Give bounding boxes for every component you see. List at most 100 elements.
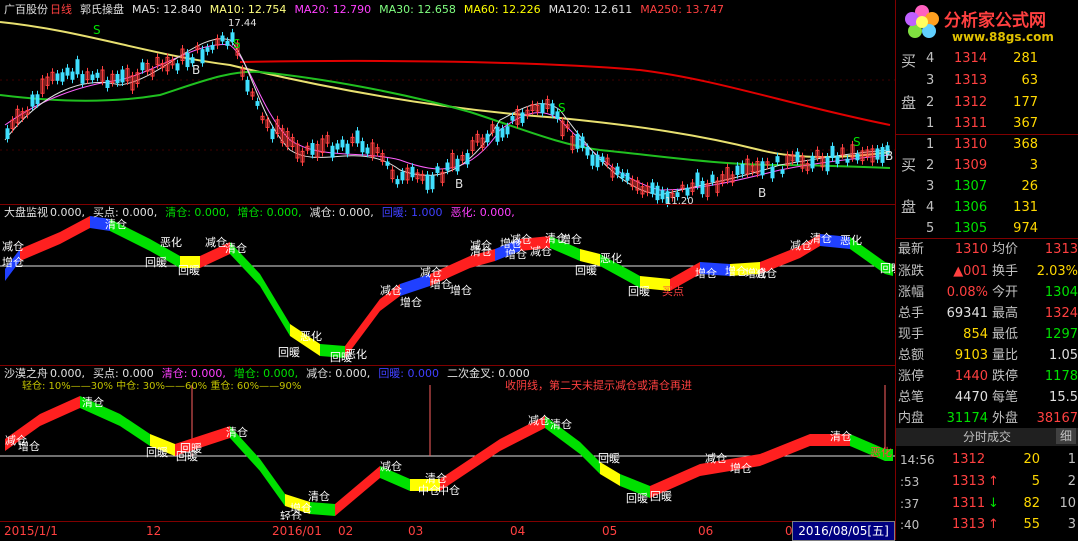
candle	[855, 150, 860, 164]
ts-count: 2	[1067, 474, 1076, 489]
stat-label: 涨跌	[898, 264, 925, 279]
stat-value: 4470	[954, 390, 988, 405]
stat-value: 854	[963, 327, 988, 342]
volume: 974	[1013, 221, 1038, 236]
date-tick: 03	[408, 524, 424, 538]
ask-row[interactable]: 4 1314 281	[896, 48, 1078, 70]
bid-row[interactable]: 4 1306 131	[896, 197, 1078, 219]
signal-marker: B	[455, 177, 463, 191]
ask-row[interactable]: 1 1311 367	[896, 113, 1078, 135]
bid-row[interactable]: 3 1307 26	[896, 176, 1078, 198]
candle	[440, 168, 445, 187]
chart-area[interactable]: 广百股份 日线 郭氏操盘 MA5: 12.840 MA10: 12.754 MA20: 1…	[0, 0, 896, 541]
selected-date[interactable]: 2016/08/05[五]	[792, 521, 895, 541]
level: 3	[926, 179, 935, 194]
kline-chart-svg[interactable]: 17.44 11.20 S S B S B B S B 减仓增仓清仓恶化回暖回暖…	[0, 0, 895, 520]
candle	[355, 126, 360, 147]
bid-row[interactable]: 1 1310 368	[896, 134, 1078, 156]
candle	[145, 59, 150, 76]
candle	[260, 112, 265, 124]
panel2-title[interactable]: 大盘监视	[4, 206, 48, 219]
signal-label: 恶化	[840, 233, 862, 247]
signal-label: 减仓	[380, 283, 402, 297]
candle	[205, 43, 210, 56]
stat-row: 现手 854 最低 1297	[896, 324, 1078, 346]
ts-count: 3	[1067, 517, 1076, 532]
stat-value: 1310	[954, 242, 988, 257]
signal-label: 回暖	[145, 256, 167, 269]
stat-row: 总手 69341 最高 1324	[896, 303, 1078, 325]
timesales-header: 分时成交 细	[896, 428, 1078, 446]
candle	[50, 68, 55, 85]
signal-label: 减仓	[528, 413, 550, 427]
signal-label: 清仓	[470, 244, 492, 258]
candle	[195, 42, 200, 54]
signal-label: 清仓	[82, 395, 104, 409]
candle	[720, 170, 725, 187]
panel2-value: 0.000,	[50, 206, 85, 219]
panel3-add: 增仓: 0.000,	[233, 367, 299, 380]
signal-label: 增仓	[400, 295, 422, 309]
ask-row[interactable]: 2 1312 177	[896, 92, 1078, 114]
signal-label: 减仓	[705, 451, 727, 465]
stat-value: 1297	[1044, 327, 1078, 342]
bid-row[interactable]: 5 1305 974	[896, 218, 1078, 240]
stat-label: 总额	[898, 348, 925, 363]
candle	[305, 142, 310, 155]
candle	[340, 136, 345, 151]
timesales-title: 分时成交	[962, 430, 1011, 444]
candle	[730, 170, 735, 187]
ask-row[interactable]: 3 1313 63	[896, 70, 1078, 92]
signal-label: 恶化	[300, 329, 322, 343]
candle	[60, 68, 65, 86]
signal-label: 增仓	[18, 439, 40, 453]
signal-marker: S	[853, 135, 861, 149]
stat-value: 1440	[954, 369, 988, 384]
stat-value: 1178	[1044, 369, 1078, 384]
panel3-title[interactable]: 沙漠之舟	[4, 367, 48, 380]
signal-label: 增仓	[2, 255, 24, 269]
candle	[415, 168, 420, 183]
date-tick: 2015/1/1	[4, 524, 58, 538]
signal-label: 减仓	[205, 235, 227, 249]
candle	[55, 69, 60, 85]
signal-label: 减仓	[510, 232, 532, 246]
ts-time: 14:56	[900, 453, 935, 467]
candle	[715, 177, 720, 197]
candle	[810, 152, 815, 172]
candle	[630, 175, 635, 191]
ts-price: 1311	[952, 496, 986, 511]
signal-label: 增仓	[430, 277, 452, 291]
bid-row[interactable]: 2 1309 3	[896, 155, 1078, 177]
ts-volume: 20	[1023, 452, 1040, 467]
signal-label: 回暖	[180, 442, 202, 455]
candle	[375, 143, 380, 157]
volume: 368	[1013, 137, 1038, 152]
candle	[560, 117, 565, 140]
candle	[470, 136, 475, 155]
price: 1310	[954, 137, 988, 152]
signal-label: 回暖	[178, 264, 200, 277]
candle	[320, 134, 325, 157]
candle	[330, 142, 335, 162]
candle	[180, 45, 185, 65]
candle	[410, 163, 415, 181]
candle	[515, 105, 520, 129]
ts-direction-icon: ↓	[988, 496, 999, 511]
price: 1305	[954, 221, 988, 236]
candle	[820, 152, 825, 171]
signal-label: 增仓	[290, 501, 312, 515]
date-axis: 2015/1/1 12 2016/01 02 03 04 05 06 0	[0, 521, 895, 541]
signal-label: 清仓	[226, 425, 248, 439]
timesales-detail-button[interactable]: 细	[1056, 428, 1076, 444]
signal-label: 清仓	[545, 231, 567, 245]
candle	[780, 166, 785, 178]
candle	[130, 71, 135, 94]
candle	[335, 139, 340, 153]
signal-label: 增仓	[730, 461, 752, 475]
candle	[45, 73, 50, 90]
candle	[215, 34, 220, 50]
candle	[455, 155, 460, 175]
stat-row: 涨停 1440 跌停 1178	[896, 366, 1078, 388]
signal-label: 减仓	[755, 266, 777, 280]
